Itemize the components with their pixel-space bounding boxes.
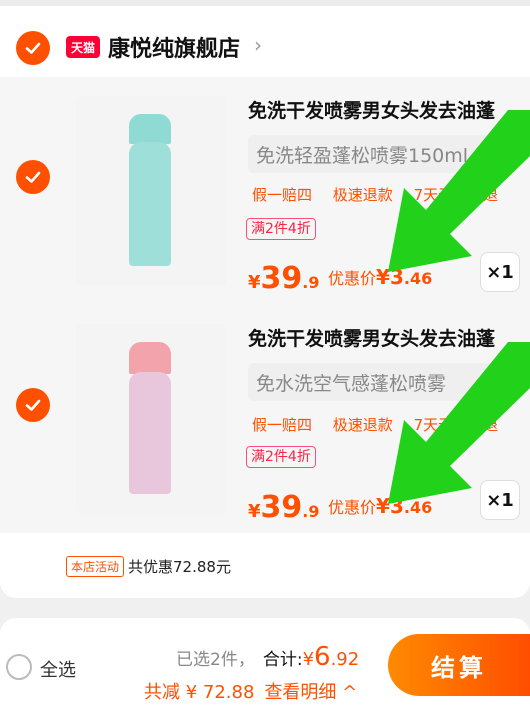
item-check-icon[interactable] xyxy=(16,160,50,194)
promo-tag: 满2件4折 xyxy=(246,218,316,240)
chevron-right-icon[interactable]: › xyxy=(254,33,262,57)
selected-count: 已选2件， xyxy=(176,650,255,670)
bottle-cap xyxy=(129,114,171,144)
store-name[interactable]: 康悦纯旗舰店 xyxy=(108,31,240,63)
price-integer: 39 xyxy=(260,490,303,525)
quantity-button[interactable]: ×1 xyxy=(480,252,520,292)
discount-label: 优惠价 xyxy=(328,498,377,517)
checkout-button[interactable]: 结算 xyxy=(388,634,530,696)
total-value: 6 xyxy=(314,642,331,672)
price-decimal: .9 xyxy=(302,502,320,521)
item-price: ¥39.9 xyxy=(248,490,320,525)
select-all-label[interactable]: 全选 xyxy=(40,656,76,682)
savings-amount: 共减 ¥ 72.88 xyxy=(144,682,255,703)
perk-label: 假一赔四 xyxy=(252,186,313,204)
perk-label: 极速退款 xyxy=(332,416,393,434)
bottle-cap xyxy=(129,342,171,374)
variant-selector[interactable]: 免水洗空气感蓬松喷雾 xyxy=(248,363,510,401)
quantity-button[interactable]: ×1 xyxy=(480,480,520,520)
variant-label: 免水洗空气感蓬松喷雾 xyxy=(256,373,447,395)
product-title[interactable]: 免洗干发喷雾男女头发去油蓬 xyxy=(248,324,495,351)
product-image[interactable] xyxy=(76,96,226,286)
price-currency: ¥ xyxy=(248,272,261,293)
store-header[interactable]: 天猫 康悦纯旗舰店 › xyxy=(0,20,530,72)
discount-label: 优惠价 xyxy=(328,269,377,288)
cart-item: 免洗干发喷雾男女头发去油蓬 免洗轻盈蓬松喷雾150ml ⌄ 假一赔四 极速退款 7… xyxy=(0,78,530,306)
top-divider xyxy=(0,0,530,6)
perk-label: 极速退款 xyxy=(332,186,393,204)
discount-currency: ¥ xyxy=(376,265,390,289)
activity-text: 共优惠72.88元 xyxy=(128,558,231,576)
promo-tag: 满2件4折 xyxy=(246,446,316,468)
item-check-icon[interactable] xyxy=(16,388,50,422)
total-label: 合计: xyxy=(262,650,303,670)
cart-item: 免洗干发喷雾男女头发去油蓬 免水洗空气感蓬松喷雾 假一赔四 极速退款 7天无理由… xyxy=(0,306,530,534)
item-price: ¥39.9 xyxy=(248,261,320,296)
discount-price: 优惠价¥3.46 xyxy=(328,265,432,289)
service-perks: 假一赔四 极速退款 7天无理由退 xyxy=(252,414,514,435)
service-perks: 假一赔四 极速退款 7天无理由退 xyxy=(252,184,514,205)
total-summary: 已选2件， 合计:¥6.92 xyxy=(176,642,359,672)
select-all-radio[interactable] xyxy=(6,654,32,680)
bottle-body xyxy=(129,142,171,266)
checkout-bar: 全选 已选2件， 合计:¥6.92 共减 ¥ 72.88 查看明细 ^ 结算 xyxy=(0,618,530,706)
price-decimal: .9 xyxy=(302,273,320,292)
savings-summary: 共减 ¥ 72.88 查看明细 ^ xyxy=(144,678,357,704)
price-integer: 39 xyxy=(260,261,303,296)
store-check-icon[interactable] xyxy=(16,31,50,65)
cart-store-card: 天猫 康悦纯旗舰店 › 免洗干发喷雾男女头发去油蓬 免洗轻盈蓬松喷雾150ml ⌄… xyxy=(0,0,530,598)
store-activity[interactable]: 本店活动 共优惠72.88元 xyxy=(66,556,231,577)
product-title[interactable]: 免洗干发喷雾男女头发去油蓬 xyxy=(248,96,495,123)
total-decimal: .92 xyxy=(330,649,360,670)
discount-decimal: .46 xyxy=(403,498,433,517)
discount-integer: 3 xyxy=(389,265,404,289)
price-currency: ¥ xyxy=(248,501,261,522)
discount-decimal: .46 xyxy=(403,269,433,288)
variant-selector[interactable]: 免洗轻盈蓬松喷雾150ml ⌄ xyxy=(248,135,510,173)
perk-label: 假一赔四 xyxy=(252,416,313,434)
perk-label: 7天无理由退 xyxy=(413,416,499,434)
perk-label: 7天无理由退 xyxy=(413,186,499,204)
bottle-body xyxy=(129,372,171,494)
product-image[interactable] xyxy=(76,324,226,514)
variant-label: 免洗轻盈蓬松喷雾150ml xyxy=(256,145,469,167)
total-currency: ¥ xyxy=(302,649,315,670)
chevron-down-icon: ⌄ xyxy=(472,150,484,166)
tmall-badge-icon: 天猫 xyxy=(66,36,100,58)
view-details-link[interactable]: 查看明细 ^ xyxy=(264,682,357,703)
activity-tag: 本店活动 xyxy=(66,556,125,577)
discount-integer: 3 xyxy=(389,494,404,518)
discount-currency: ¥ xyxy=(376,494,390,518)
discount-price: 优惠价¥3.46 xyxy=(328,494,432,518)
